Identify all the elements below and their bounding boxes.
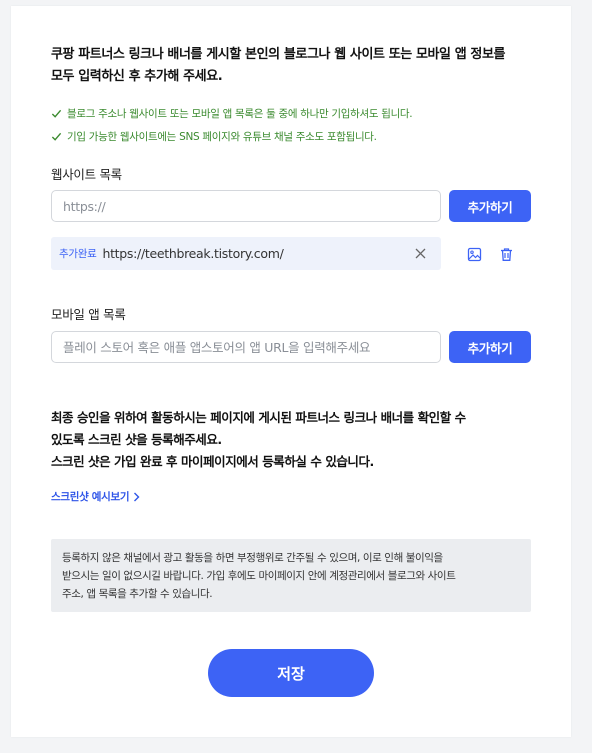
notice-line-1: 최종 승인을 위하여 활동하시는 페이지에 게시된 파트너스 링크나 배너를 확… bbox=[51, 410, 466, 425]
check-note-text: 블로그 주소나 웹사이트 또는 모바일 앱 목록은 둘 중에 하나만 기입하셔도… bbox=[67, 108, 413, 120]
check-icon bbox=[51, 132, 62, 141]
added-badge: 추가완료 bbox=[59, 248, 97, 260]
screenshot-example-link[interactable]: 스크린샷 예시보기 bbox=[51, 489, 140, 504]
added-website-url: https://teethbreak.tistory.com/ bbox=[102, 246, 284, 261]
trash-icon[interactable] bbox=[497, 245, 515, 263]
chevron-right-icon bbox=[134, 492, 140, 501]
intro-line-1: 쿠팡 파트너스 링크나 배너를 게시할 본인의 블로그나 웹 사이트 또는 모바… bbox=[51, 47, 506, 62]
notice-line-3: 스크린 샷은 가입 완료 후 마이페이지에서 등록하실 수 있습니다. bbox=[51, 454, 374, 469]
notice-line-2: 있도록 스크린 샷을 등록해주세요. bbox=[51, 432, 222, 447]
website-list-label: 웹사이트 목록 bbox=[51, 167, 122, 182]
mobile-app-url-input[interactable] bbox=[51, 331, 441, 363]
added-website-row: 추가완료 https://teethbreak.tistory.com/ bbox=[51, 237, 441, 270]
check-note-1: 블로그 주소나 웹사이트 또는 모바일 앱 목록은 둘 중에 하나만 기입하셔도… bbox=[51, 106, 413, 121]
check-note-text: 기입 가능한 웹사이트에는 SNS 페이지와 유튜브 채널 주소도 포함됩니다. bbox=[67, 131, 377, 143]
screenshot-example-label: 스크린샷 예시보기 bbox=[51, 491, 130, 503]
intro-line-2: 모두 입력하신 후 추가해 주세요. bbox=[51, 69, 223, 84]
warning-line-1: 등록하지 않은 채널에서 광고 활동을 하면 부정행위로 간주될 수 있으며, … bbox=[62, 552, 443, 564]
warning-line-2: 받으시는 일이 없으시길 바랍니다. 가입 후에도 마이페이지 안에 계정관리에… bbox=[62, 570, 456, 582]
website-url-input[interactable] bbox=[51, 190, 441, 222]
image-icon[interactable] bbox=[465, 245, 483, 263]
add-mobile-app-button[interactable]: 추가하기 bbox=[449, 331, 531, 363]
warning-line-3: 주소, 앱 목록을 추가할 수 있습니다. bbox=[62, 588, 213, 600]
save-button[interactable]: 저장 bbox=[208, 649, 374, 697]
add-website-button[interactable]: 추가하기 bbox=[449, 190, 531, 222]
intro-text: 쿠팡 파트너스 링크나 배너를 게시할 본인의 블로그나 웹 사이트 또는 모바… bbox=[51, 44, 551, 88]
check-note-2: 기입 가능한 웹사이트에는 SNS 페이지와 유튜브 채널 주소도 포함됩니다. bbox=[51, 129, 377, 144]
check-icon bbox=[51, 109, 62, 118]
close-icon[interactable] bbox=[413, 247, 427, 261]
signup-card: 쿠팡 파트너스 링크나 배너를 게시할 본인의 블로그나 웹 사이트 또는 모바… bbox=[11, 6, 571, 737]
warning-box: 등록하지 않은 채널에서 광고 활동을 하면 부정행위로 간주될 수 있으며, … bbox=[51, 539, 531, 612]
mobile-app-list-label: 모바일 앱 목록 bbox=[51, 307, 126, 322]
screenshot-notice: 최종 승인을 위하여 활동하시는 페이지에 게시된 파트너스 링크나 배너를 확… bbox=[51, 407, 551, 473]
